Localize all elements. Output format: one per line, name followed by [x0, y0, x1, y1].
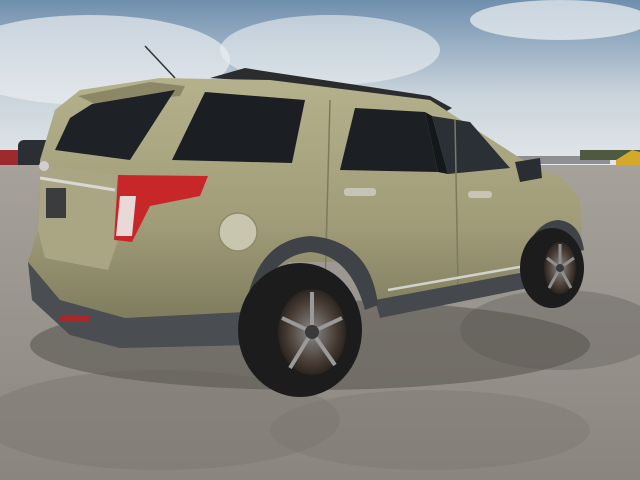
photo-scene — [0, 0, 640, 480]
front-hub — [556, 264, 564, 272]
bumper-reflector — [60, 316, 90, 322]
rear-wheel — [238, 263, 362, 397]
rear-door-window — [340, 108, 438, 172]
rear-hub — [305, 325, 319, 339]
front-wheel — [520, 228, 584, 308]
brand-emblem — [39, 161, 49, 171]
fuel-door — [218, 212, 258, 252]
puddle — [270, 390, 590, 470]
license-plate-recess — [46, 188, 66, 218]
front-door-handle — [468, 191, 492, 198]
rear-door-handle — [344, 188, 376, 196]
suv-photo — [0, 0, 640, 480]
